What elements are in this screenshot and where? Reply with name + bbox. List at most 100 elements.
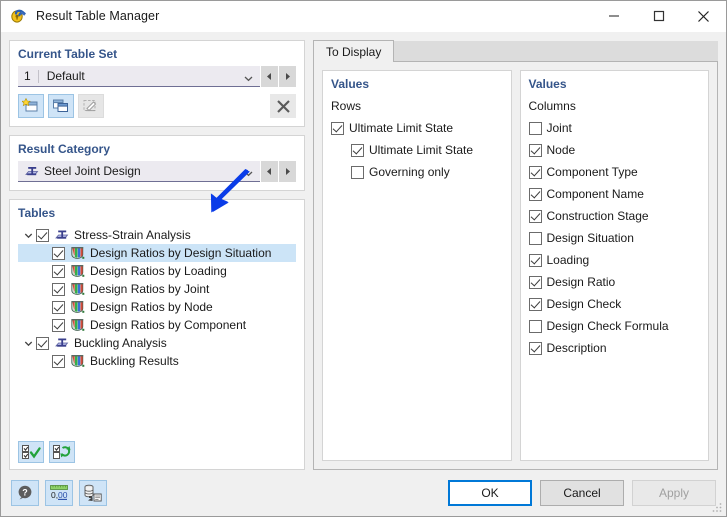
tree-item-label: Design Ratios by Joint	[90, 282, 209, 296]
columns-checkbox-label: Design Check Formula	[547, 319, 669, 333]
tree-item-checkbox[interactable]	[52, 247, 65, 260]
copy-table-set-button[interactable]	[48, 94, 74, 118]
tree-item-checkbox[interactable]	[52, 283, 65, 296]
help-icon[interactable]: ?	[11, 480, 39, 506]
columns-checkbox-row[interactable]: Design Ratio	[529, 271, 701, 293]
tree-item-checkbox[interactable]	[36, 337, 49, 350]
columns-checkbox-row[interactable]: Description	[529, 337, 701, 359]
tables-title: Tables	[18, 206, 296, 220]
rows-checkbox-label: Governing only	[369, 165, 450, 179]
lock-padlock-icon	[10, 7, 28, 25]
tables-group: Tables Stress-Strain Analysis Design Rati…	[9, 199, 305, 470]
table-set-combo[interactable]: 1 Default	[18, 66, 260, 87]
tree-item-label: Design Ratios by Loading	[90, 264, 227, 278]
result-category-combo[interactable]: Steel Joint Design	[18, 161, 260, 182]
columns-checkbox[interactable]	[529, 166, 542, 179]
result-category-title: Result Category	[18, 142, 296, 156]
tree-item-checkbox[interactable]	[52, 355, 65, 368]
tree-item[interactable]: Buckling Analysis	[18, 334, 296, 352]
minimize-button[interactable]	[591, 1, 636, 32]
tab-to-display[interactable]: To Display	[313, 40, 394, 62]
columns-checkbox[interactable]	[529, 232, 542, 245]
rows-checkbox-label: Ultimate Limit State	[369, 143, 473, 157]
rows-checkbox-row[interactable]: Ultimate Limit State	[331, 117, 503, 139]
rows-values-title: Values	[331, 77, 503, 91]
rows-checkbox[interactable]	[331, 122, 344, 135]
left-column: Current Table Set 1 Default	[9, 40, 305, 470]
tree-item-checkbox[interactable]	[52, 301, 65, 314]
tree-item[interactable]: Buckling Results	[18, 352, 296, 370]
result-table-manager-dialog: Result Table Manager Current Table Set	[0, 0, 727, 517]
tree-item[interactable]: Design Ratios by Node	[18, 298, 296, 316]
invert-selection-button[interactable]	[49, 441, 75, 463]
new-table-set-button[interactable]	[18, 94, 44, 118]
chevron-down-icon[interactable]	[244, 72, 253, 81]
close-button[interactable]	[681, 1, 726, 32]
columns-checkbox-row[interactable]: Design Check Formula	[529, 315, 701, 337]
rows-checkbox-row[interactable]: Ultimate Limit State	[331, 139, 503, 161]
tree-item[interactable]: Design Ratios by Loading	[18, 262, 296, 280]
columns-checkbox[interactable]	[529, 320, 542, 333]
columns-checkbox-row[interactable]: Node	[529, 139, 701, 161]
tree-item[interactable]: Design Ratios by Design Situation	[18, 244, 296, 262]
cancel-button[interactable]: Cancel	[540, 480, 624, 506]
columns-checkbox-label: Joint	[547, 121, 572, 135]
columns-checkbox[interactable]	[529, 122, 542, 135]
tables-tree[interactable]: Stress-Strain Analysis Design Ratios by D…	[18, 226, 296, 437]
columns-checkbox-label: Component Type	[547, 165, 638, 179]
columns-checkbox-row[interactable]: Loading	[529, 249, 701, 271]
table-set-next-button[interactable]	[278, 66, 296, 87]
columns-checkbox[interactable]	[529, 298, 542, 311]
rows-checkbox[interactable]	[351, 144, 364, 157]
tree-item-checkbox[interactable]	[52, 319, 65, 332]
columns-checkbox-row[interactable]: Construction Stage	[529, 205, 701, 227]
window-title: Result Table Manager	[36, 9, 159, 23]
tree-item[interactable]: Design Ratios by Component	[18, 316, 296, 334]
dialog-footer: ? 0, 00	[1, 470, 726, 516]
result-category-next-button[interactable]	[278, 161, 296, 182]
columns-checkbox[interactable]	[529, 210, 542, 223]
result-category-prev-button[interactable]	[260, 161, 278, 182]
columns-checkbox-row[interactable]: Joint	[529, 117, 701, 139]
delete-table-set-button[interactable]	[270, 94, 296, 118]
export-report-icon[interactable]	[79, 480, 107, 506]
tab-strip-filler	[394, 41, 718, 62]
tree-item-label: Design Ratios by Node	[90, 300, 213, 314]
tree-item[interactable]: Design Ratios by Joint	[18, 280, 296, 298]
rows-checkbox[interactable]	[351, 166, 364, 179]
columns-checkbox[interactable]	[529, 144, 542, 157]
tab-strip: To Display	[313, 40, 718, 62]
tree-expand-chevron-icon[interactable]	[20, 231, 36, 240]
rows-checkbox-row[interactable]: Governing only	[331, 161, 503, 183]
tree-expand-chevron-icon[interactable]	[20, 339, 36, 348]
tree-item-label: Design Ratios by Design Situation	[90, 246, 271, 260]
rows-checkbox-list: Ultimate Limit State Ultimate Limit State…	[331, 117, 503, 183]
decimal-places-icon[interactable]: 0, 00	[45, 480, 73, 506]
columns-checkbox-label: Loading	[547, 253, 590, 267]
columns-checkbox-row[interactable]: Component Name	[529, 183, 701, 205]
table-set-value: Default	[47, 69, 85, 83]
edit-table-set-button[interactable]	[78, 94, 104, 118]
columns-checkbox[interactable]	[529, 254, 542, 267]
tree-item[interactable]: Stress-Strain Analysis	[18, 226, 296, 244]
columns-checkbox[interactable]	[529, 276, 542, 289]
columns-checkbox-row[interactable]: Design Check	[529, 293, 701, 315]
table-set-prev-button[interactable]	[260, 66, 278, 87]
ok-button[interactable]: OK	[448, 480, 532, 506]
columns-checkbox[interactable]	[529, 342, 542, 355]
columns-checkbox-label: Design Check	[547, 297, 622, 311]
columns-checkbox-row[interactable]: Component Type	[529, 161, 701, 183]
columns-checkbox[interactable]	[529, 188, 542, 201]
window-controls	[591, 1, 726, 32]
columns-checkbox-label: Node	[547, 143, 576, 157]
tree-item-checkbox[interactable]	[36, 229, 49, 242]
select-all-button[interactable]	[18, 441, 44, 463]
columns-checkbox-row[interactable]: Design Situation	[529, 227, 701, 249]
chevron-down-icon[interactable]	[244, 167, 253, 176]
tree-item-checkbox[interactable]	[52, 265, 65, 278]
current-table-set-group: Current Table Set 1 Default	[9, 40, 305, 127]
apply-button: Apply	[632, 480, 716, 506]
maximize-button[interactable]	[636, 1, 681, 32]
columns-checkbox-label: Design Ratio	[547, 275, 616, 289]
resize-grip[interactable]	[711, 501, 723, 513]
